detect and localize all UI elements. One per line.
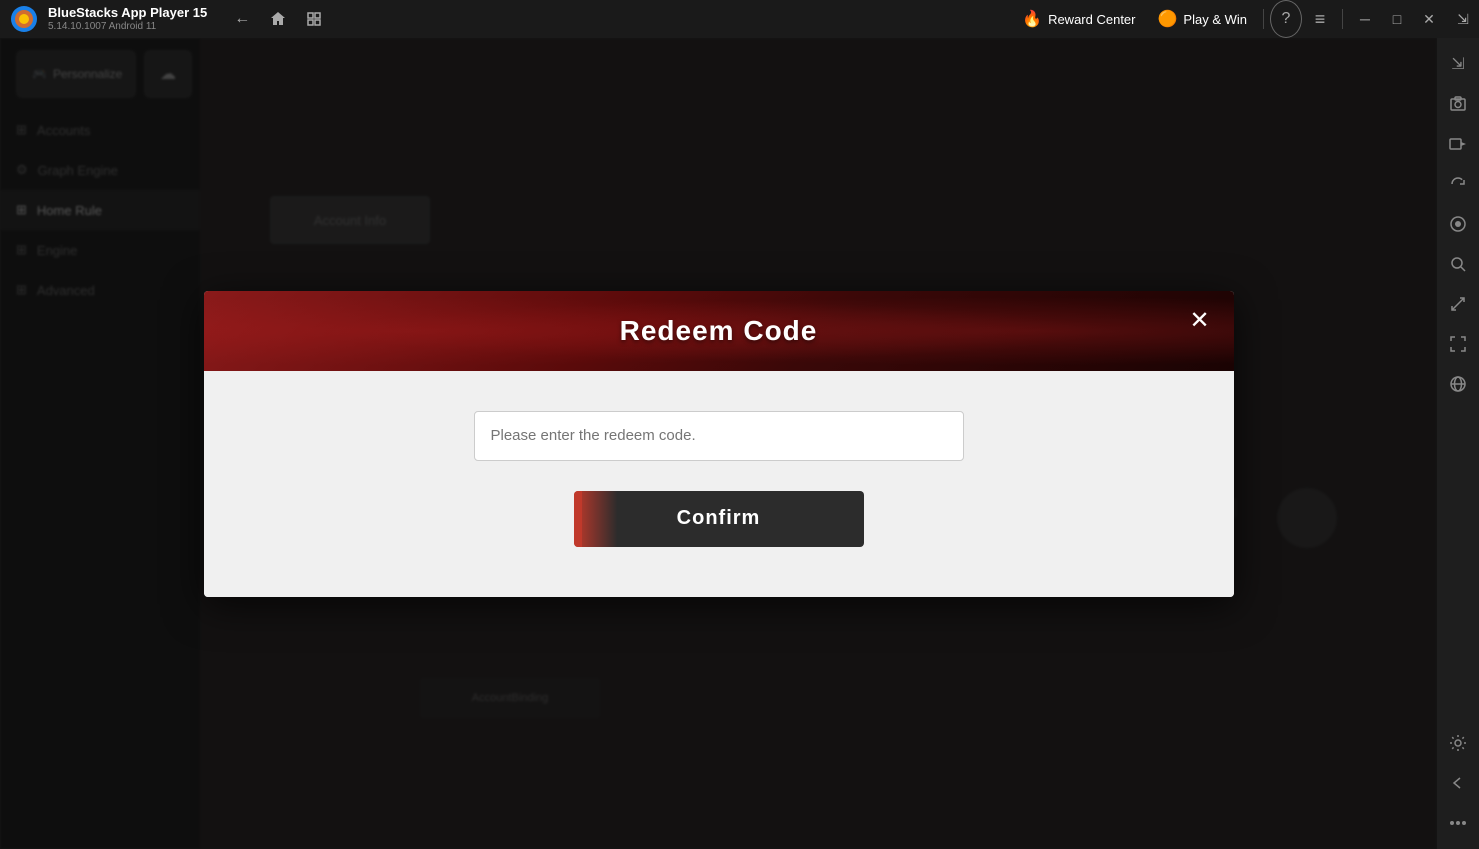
app-name: BlueStacks App Player 15 xyxy=(48,5,207,21)
play-win-label: Play & Win xyxy=(1183,12,1247,27)
titlebar: BlueStacks App Player 15 5.14.10.1007 An… xyxy=(0,0,1479,38)
settings-icon[interactable] xyxy=(1440,725,1476,761)
rotate-icon[interactable] xyxy=(1440,166,1476,202)
confirm-label: Confirm xyxy=(677,507,761,529)
titlebar-right: 🔥 Reward Center 🟠 Play & Win ? ≡ ─ □ ✕ ⇲ xyxy=(1012,0,1479,38)
confirm-button[interactable]: Confirm xyxy=(574,491,864,547)
snap-button[interactable]: ⇲ xyxy=(1447,0,1479,38)
redeem-code-modal: Redeem Code ✕ Confirm xyxy=(204,291,1234,597)
modal-close-button[interactable]: ✕ xyxy=(1182,303,1218,339)
layers-button[interactable] xyxy=(299,4,329,34)
redeem-code-input[interactable] xyxy=(474,411,964,461)
more-options-icon[interactable] xyxy=(1440,805,1476,841)
screenshot-icon[interactable] xyxy=(1440,86,1476,122)
app-logo xyxy=(6,1,42,37)
record-icon[interactable] xyxy=(1440,206,1476,242)
reward-center-label: Reward Center xyxy=(1048,12,1135,27)
modal-wrapper: Redeem Code ✕ Confirm xyxy=(0,38,1437,849)
window-controls: ─ □ ✕ xyxy=(1349,0,1445,38)
app-title: BlueStacks App Player 15 5.14.10.1007 An… xyxy=(48,5,207,33)
arrow-back-icon[interactable] xyxy=(1440,765,1476,801)
menu-button[interactable]: ≡ xyxy=(1304,0,1336,38)
globe-icon[interactable] xyxy=(1440,366,1476,402)
coin-icon: 🟠 xyxy=(1158,9,1178,29)
help-button[interactable]: ? xyxy=(1270,0,1302,38)
close-button[interactable]: ✕ xyxy=(1413,0,1445,38)
zoom-icon[interactable] xyxy=(1440,246,1476,282)
fire-icon: 🔥 xyxy=(1022,9,1042,29)
maximize-button[interactable]: □ xyxy=(1381,0,1413,38)
minimize-button[interactable]: ─ xyxy=(1349,0,1381,38)
expand-sidebar-icon[interactable]: ⇲ xyxy=(1440,46,1476,82)
app-version: 5.14.10.1007 Android 11 xyxy=(48,21,207,33)
fullscreen-icon[interactable] xyxy=(1440,326,1476,362)
separator xyxy=(1263,9,1264,29)
home-button[interactable] xyxy=(263,4,293,34)
modal-body: Confirm xyxy=(204,371,1234,597)
back-button[interactable]: ← xyxy=(227,4,257,34)
separator2 xyxy=(1342,9,1343,29)
titlebar-nav: ← xyxy=(227,4,329,34)
resize-icon[interactable] xyxy=(1440,286,1476,322)
modal-title: Redeem Code xyxy=(620,315,818,347)
video-icon[interactable] xyxy=(1440,126,1476,162)
reward-center-button[interactable]: 🔥 Reward Center xyxy=(1012,0,1145,38)
right-sidebar: ⇲ xyxy=(1437,38,1479,849)
modal-header: Redeem Code ✕ xyxy=(204,291,1234,371)
play-win-button[interactable]: 🟠 Play & Win xyxy=(1148,0,1258,38)
